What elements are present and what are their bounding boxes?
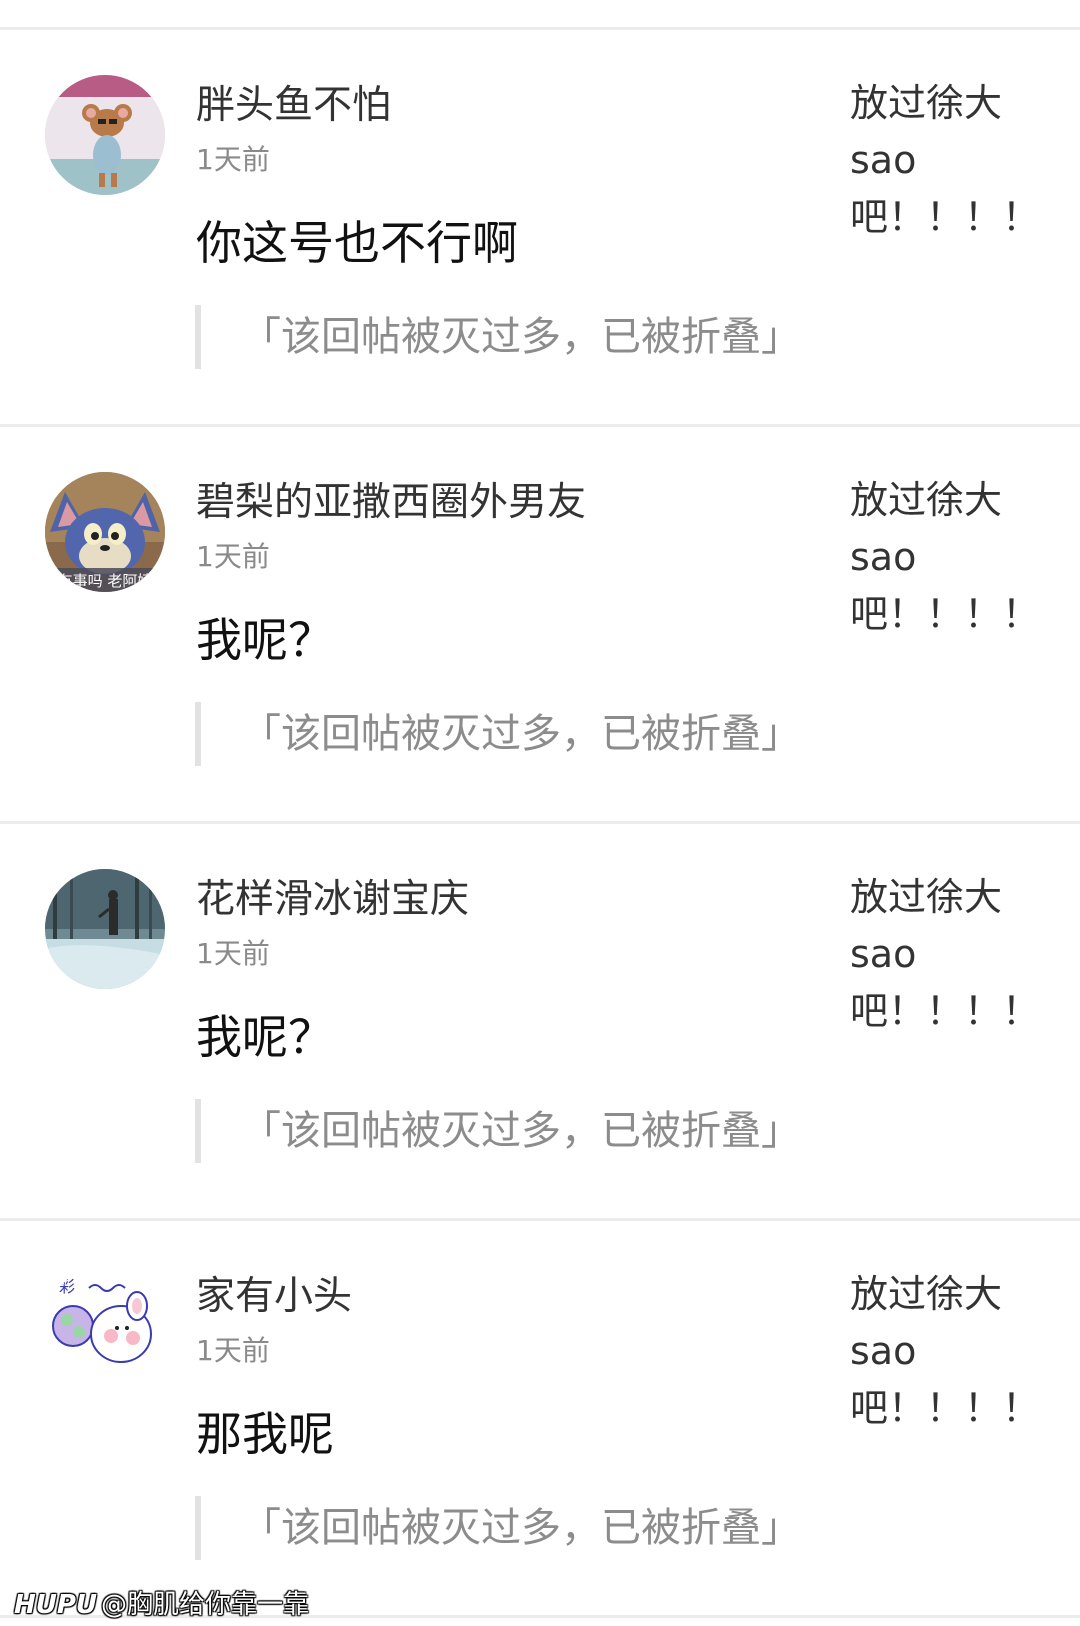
comment-text: 你这号也不行啊 (196, 216, 518, 270)
snowy-forest-avatar-icon (45, 869, 165, 989)
folded-notice[interactable]: 「该回帖被灭过多，已被折叠」 (195, 1496, 801, 1560)
comment-item: 胖头鱼不怕 1天前 你这号也不行啊 「该回帖被灭过多，已被折叠」 放过徐大 sa… (0, 30, 1080, 427)
quote-line: sao (850, 535, 917, 579)
quote-line: sao (850, 1329, 917, 1373)
quote-line: 放过徐大 (850, 875, 1003, 919)
quote-line: 吧！！！！ (850, 195, 1041, 239)
post-time: 1天前 (196, 540, 270, 573)
comment-item: 彩 家有小头 1天前 那我呢 「该回帖被灭过多，已被折叠」 放过徐大 sao 吧… (0, 1221, 1080, 1618)
quote-line: 放过徐大 (850, 81, 1003, 125)
user-avatar[interactable] (45, 869, 165, 989)
top-divider (0, 0, 1080, 30)
quoted-post[interactable]: 放过徐大 sao 吧！！！！ (850, 472, 1050, 643)
comment-item: 花样滑冰谢宝庆 1天前 我呢？ 「该回帖被灭过多，已被折叠」 放过徐大 sao … (0, 824, 1080, 1221)
user-avatar[interactable]: 有事吗 老阿姨 (45, 472, 165, 592)
post-time: 1天前 (196, 143, 270, 176)
quote-line: 吧！！！！ (850, 1386, 1041, 1430)
post-time: 1天前 (196, 937, 270, 970)
quote-line: sao (850, 138, 917, 182)
post-time: 1天前 (196, 1334, 270, 1367)
folded-notice[interactable]: 「该回帖被灭过多，已被折叠」 (195, 702, 801, 766)
comment-text: 那我呢 (196, 1407, 334, 1461)
avatar-caption: 有事吗 老阿姨 (58, 572, 153, 590)
quote-line: sao (850, 932, 917, 976)
folded-notice[interactable]: 「该回帖被灭过多，已被折叠」 (195, 1099, 801, 1163)
watermark-brand: HUPU (14, 1590, 98, 1620)
quoted-post[interactable]: 放过徐大 sao 吧！！！！ (850, 869, 1050, 1040)
username[interactable]: 家有小头 (196, 1273, 352, 1321)
watermark-handle: @胸肌给你靠一靠 (101, 1590, 310, 1620)
cartoon-bunny-avatar-icon: 彩 (45, 1266, 165, 1386)
quote-line: 吧！！！！ (850, 592, 1041, 636)
watermark: HUPU @胸肌给你靠一靠 (14, 1588, 309, 1622)
comment-item: 有事吗 老阿姨 碧梨的亚撒西圈外男友 1天前 我呢？ 「该回帖被灭过多，已被折叠… (0, 427, 1080, 824)
username[interactable]: 胖头鱼不怕 (196, 82, 391, 130)
username[interactable]: 花样滑冰谢宝庆 (196, 876, 469, 924)
quoted-post[interactable]: 放过徐大 sao 吧！！！！ (850, 75, 1050, 246)
quoted-post[interactable]: 放过徐大 sao 吧！！！！ (850, 1266, 1050, 1437)
cat-avatar-icon: 有事吗 老阿姨 (45, 472, 165, 592)
user-avatar[interactable]: 彩 (45, 1266, 165, 1386)
user-avatar[interactable] (45, 75, 165, 195)
comment-text: 我呢？ (196, 1010, 334, 1064)
quote-line: 放过徐大 (850, 478, 1003, 522)
quote-line: 吧！！！！ (850, 989, 1041, 1033)
folded-notice[interactable]: 「该回帖被灭过多，已被折叠」 (195, 305, 801, 369)
username[interactable]: 碧梨的亚撒西圈外男友 (196, 479, 586, 527)
svg-text:彩: 彩 (59, 1277, 75, 1296)
quote-line: 放过徐大 (850, 1272, 1003, 1316)
mouse-avatar-icon (45, 75, 165, 195)
comment-text: 我呢？ (196, 613, 334, 667)
